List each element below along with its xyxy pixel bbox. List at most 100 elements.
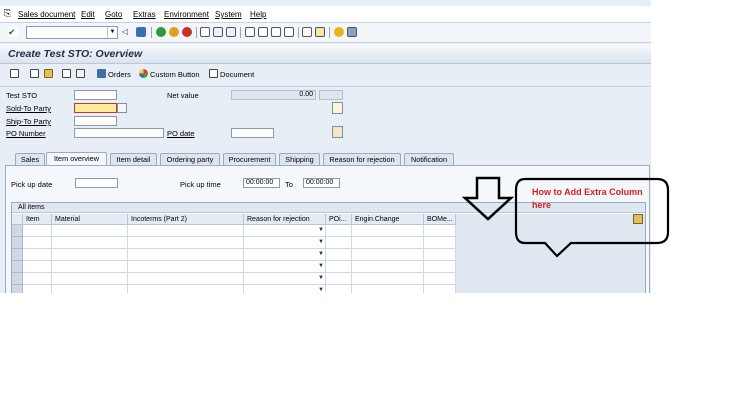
chevron-down-icon[interactable]: ▼ [318, 263, 324, 269]
pickup-time-to-field[interactable]: 00:00:00 [303, 178, 340, 188]
sold-to-party-search-button[interactable] [117, 103, 127, 113]
column-item[interactable]: Item [23, 214, 52, 225]
find-next-icon[interactable] [226, 27, 236, 37]
menu-edit[interactable]: Edit [81, 10, 95, 19]
exit-icon[interactable] [169, 27, 179, 37]
table-cell[interactable] [23, 237, 52, 249]
menu-extras[interactable]: Extras [133, 10, 156, 19]
chevron-down-icon[interactable]: ▼ [318, 227, 324, 233]
test-sto-field[interactable] [74, 90, 117, 100]
last-page-icon[interactable] [284, 27, 294, 37]
hierarchy-button[interactable] [62, 69, 73, 79]
shortcut-icon[interactable] [315, 27, 325, 37]
table-cell[interactable] [424, 249, 456, 261]
tab-shipping[interactable]: Shipping [279, 153, 320, 165]
row-selector[interactable] [12, 225, 23, 237]
table-cell[interactable] [128, 249, 244, 261]
table-cell[interactable] [326, 225, 352, 237]
table-cell[interactable] [23, 285, 52, 293]
po-number-field[interactable] [74, 128, 164, 138]
column-reason-for-rejection[interactable]: Reason for rejection [244, 214, 326, 225]
pickup-date-field[interactable] [75, 178, 118, 188]
table-cell[interactable] [326, 249, 352, 261]
first-page-icon[interactable] [245, 27, 255, 37]
ship-to-party-field[interactable] [74, 116, 117, 126]
previous-page-icon[interactable] [258, 27, 268, 37]
menu-goto[interactable]: Goto [105, 10, 122, 19]
column-poi[interactable]: POi... [326, 214, 352, 225]
table-cell[interactable] [23, 249, 52, 261]
table-cell[interactable] [128, 261, 244, 273]
custom-button[interactable]: Custom Button [139, 69, 200, 79]
collapse-left-icon[interactable]: ◁ [122, 27, 132, 37]
cancel-icon[interactable] [182, 27, 192, 37]
table-cell[interactable]: ▼ [244, 225, 326, 237]
table-cell[interactable] [128, 273, 244, 285]
table-cell[interactable] [52, 273, 128, 285]
table-cell[interactable]: ▼ [244, 237, 326, 249]
layout-menu-icon[interactable] [347, 27, 357, 37]
table-cell[interactable]: ▼ [244, 273, 326, 285]
table-cell[interactable] [128, 225, 244, 237]
back-icon[interactable] [156, 27, 166, 37]
row-selector[interactable] [12, 237, 23, 249]
table-cell[interactable] [352, 237, 424, 249]
po-date-field[interactable] [231, 128, 274, 138]
table-cell[interactable] [23, 261, 52, 273]
tab-item-overview[interactable]: Item overview [46, 152, 107, 165]
tab-item-detail[interactable]: Item detail [110, 153, 157, 165]
table-cell[interactable] [352, 261, 424, 273]
display-change-button[interactable] [10, 69, 21, 79]
menu-environment[interactable]: Environment [164, 10, 209, 19]
table-cell[interactable]: ▼ [244, 249, 326, 261]
window-menu-icon[interactable]: ⎘ [4, 8, 11, 19]
table-cell[interactable] [352, 285, 424, 293]
tab-procurement[interactable]: Procurement [223, 153, 276, 165]
table-cell[interactable] [326, 285, 352, 293]
table-cell[interactable] [52, 249, 128, 261]
row-selector[interactable] [12, 261, 23, 273]
table-cell[interactable] [52, 261, 128, 273]
command-field[interactable]: ▼ [26, 26, 118, 39]
tab-notification[interactable]: Notification [404, 153, 454, 165]
column-incoterms[interactable]: Incoterms (Part 2) [128, 214, 244, 225]
enter-check-icon[interactable]: ✔ [8, 27, 18, 37]
table-cell[interactable] [352, 225, 424, 237]
table-cell[interactable] [424, 261, 456, 273]
next-page-icon[interactable] [271, 27, 281, 37]
partner-button[interactable] [76, 69, 87, 79]
table-cell[interactable] [424, 237, 456, 249]
help-icon[interactable] [334, 27, 344, 37]
chevron-down-icon[interactable]: ▼ [318, 275, 324, 281]
print-icon[interactable] [200, 27, 210, 37]
sold-to-party-field[interactable] [74, 103, 117, 113]
column-engin-change[interactable]: Engin.Change [352, 214, 424, 225]
orders-button[interactable]: Orders [97, 69, 131, 79]
chevron-down-icon[interactable]: ▼ [107, 27, 117, 38]
find-icon[interactable] [213, 27, 223, 37]
chevron-down-icon[interactable]: ▼ [318, 287, 324, 293]
document-button[interactable]: Document [209, 69, 254, 79]
row-selector[interactable] [12, 273, 23, 285]
new-session-icon[interactable] [302, 27, 312, 37]
table-cell[interactable] [128, 237, 244, 249]
table-cell[interactable] [424, 285, 456, 293]
table-cell[interactable] [326, 273, 352, 285]
po-details-button[interactable] [332, 126, 343, 138]
table-cell[interactable] [52, 285, 128, 293]
table-cell[interactable] [326, 261, 352, 273]
table-cell[interactable] [23, 225, 52, 237]
row-selector[interactable] [12, 285, 23, 293]
table-cell[interactable] [352, 273, 424, 285]
column-bom[interactable]: BOMe... [424, 214, 456, 225]
table-cell[interactable] [424, 225, 456, 237]
menu-system[interactable]: System [215, 10, 242, 19]
table-cell[interactable] [424, 273, 456, 285]
table-cell[interactable] [128, 285, 244, 293]
column-material[interactable]: Material [52, 214, 128, 225]
tab-sales[interactable]: Sales [15, 153, 45, 165]
chevron-down-icon[interactable]: ▼ [318, 239, 324, 245]
pickup-time-from-field[interactable]: 00:00:00 [243, 178, 280, 188]
table-cell[interactable]: ▼ [244, 261, 326, 273]
table-cell[interactable]: ▼ [244, 285, 326, 293]
